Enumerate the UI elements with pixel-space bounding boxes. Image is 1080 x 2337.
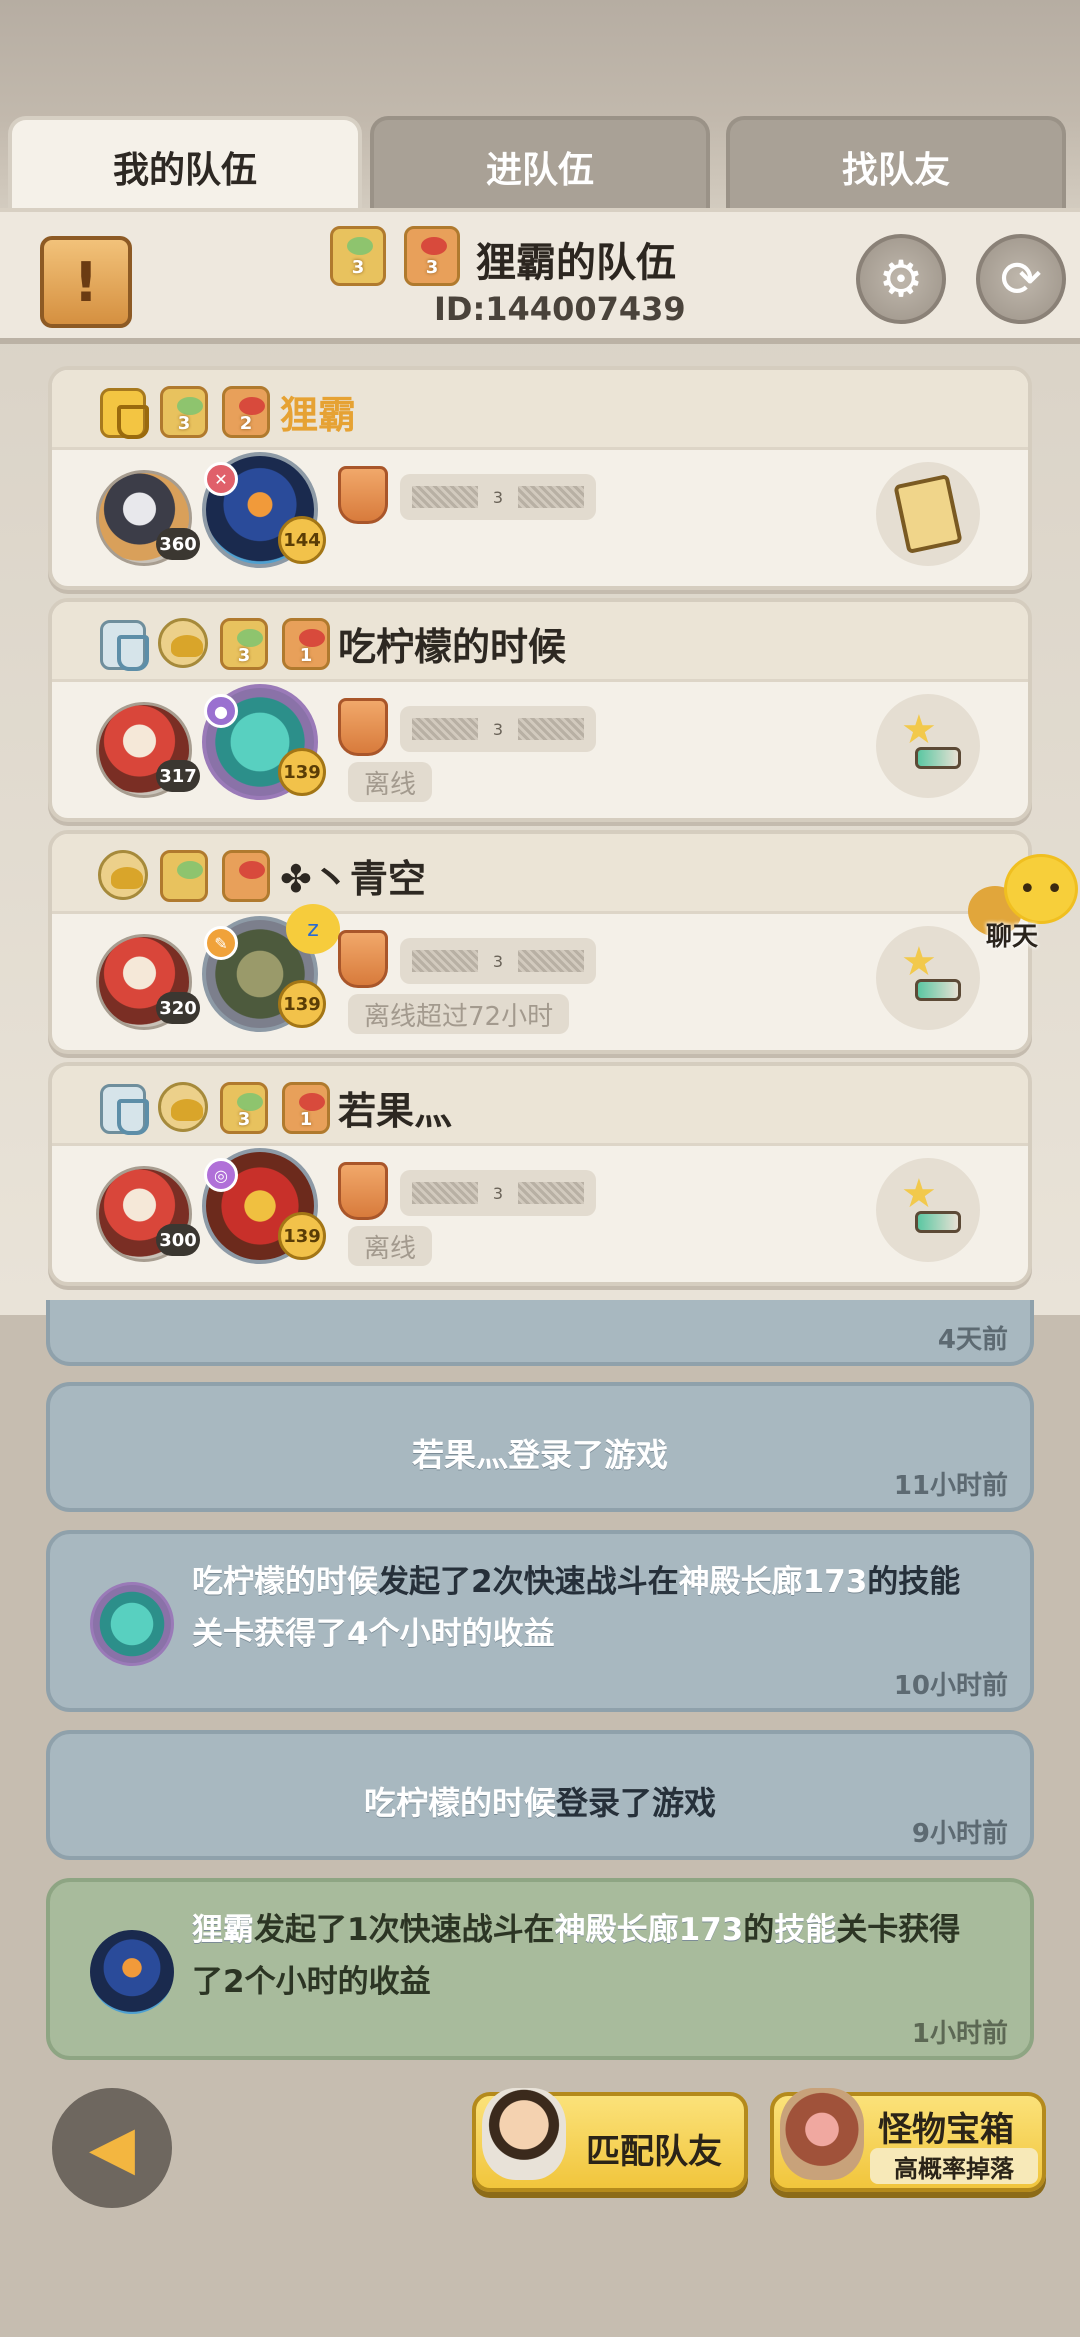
rank-shield-icon <box>338 930 388 988</box>
team-name: 狸霸的队伍 <box>476 240 676 286</box>
chat-bubble-icon: • • <box>1004 854 1078 924</box>
log-time: 11小时前 <box>893 1471 1008 1501</box>
swap-member-button[interactable] <box>876 1158 980 1262</box>
online-status: 离线 <box>348 762 433 802</box>
log-entry: 4天前 <box>46 1300 1034 1366</box>
log-time: 10小时前 <box>893 1671 1008 1701</box>
log-entry: 吃柠檬的时候发起了2次快速战斗在神殿长廊173的技能关卡获得了4个小时的收益 1… <box>46 1530 1034 1712</box>
member-name: 若果灬 <box>338 1089 453 1133</box>
log-entry: 狸霸发起了1次快速战斗在神殿长廊173的技能关卡获得了2个小时的收益 1小时前 <box>46 1878 1034 2060</box>
swap-icon <box>897 1171 961 1241</box>
member-rank-badge <box>222 850 270 902</box>
log-text: 吃柠檬的时候发起了2次快速战斗在神殿长廊173的技能关卡获得了4个小时的收益 <box>192 1564 961 1652</box>
hero-level: 139 <box>278 748 326 796</box>
team-header: ! 3 3 狸霸的队伍 ID:144007439 ⚙ ⟳ <box>0 208 1080 344</box>
sleeping-emoji-icon: z <box>286 904 340 954</box>
member-rank-badge: 1 <box>282 1082 330 1134</box>
shield-icon <box>100 1084 149 1135</box>
log-time: 4天前 <box>937 1325 1008 1355</box>
rank-bar: 3 <box>400 1170 596 1216</box>
member-name: ✤丶青空 <box>280 857 426 901</box>
member-avatar <box>90 1582 174 1666</box>
match-teammates-button[interactable]: 匹配队友 <box>472 2088 748 2192</box>
pet-level: 300 <box>156 1224 200 1256</box>
log-entry: 若果灬登录了游戏 11小时前 <box>46 1382 1034 1512</box>
hero-level: 139 <box>278 1212 326 1260</box>
team-id: ID:144007439 <box>434 290 686 328</box>
duck-icon <box>158 1082 208 1132</box>
member-rank-badge: 1 <box>282 618 330 670</box>
notice-scroll-button[interactable]: ! <box>40 236 132 328</box>
pet-level: 320 <box>156 992 200 1024</box>
team-rank-badge: 3 <box>404 226 460 286</box>
rank-bar: 3 <box>400 706 596 752</box>
log-time: 9小时前 <box>911 1819 1008 1849</box>
boar-mascot-icon <box>780 2088 864 2180</box>
chat-button[interactable]: • • 聊天 <box>966 852 1078 952</box>
tab-join-team[interactable]: 进队伍 <box>370 116 710 214</box>
member-level-badge: 3 <box>160 386 208 438</box>
member-avatar <box>90 1930 174 2014</box>
swap-member-button[interactable] <box>876 926 980 1030</box>
rank-shield-icon <box>338 466 388 524</box>
log-text: 狸霸发起了1次快速战斗在神殿长廊173的技能关卡获得了2个小时的收益 <box>192 1912 961 2000</box>
rank-bar: 3 <box>400 474 596 520</box>
monster-chest-button[interactable]: 怪物宝箱 高概率掉落 <box>770 2088 1046 2192</box>
element-icon: ● <box>204 694 238 728</box>
member-name: 吃柠檬的时候 <box>338 625 567 669</box>
exclamation-icon: ! <box>73 250 99 314</box>
element-icon: ◎ <box>204 1158 238 1192</box>
hero-level: 139 <box>278 980 326 1028</box>
member-card[interactable]: 3 1 吃柠檬的时候 317 ● 139 3 离线 <box>48 598 1032 822</box>
shield-icon <box>100 620 149 671</box>
log-entry: 吃柠檬的时候登录了游戏 9小时前 <box>46 1730 1034 1860</box>
view-card-button[interactable] <box>876 462 980 566</box>
refresh-icon: ⟳ <box>1000 250 1042 308</box>
chest-label: 怪物宝箱 <box>878 2110 1014 2150</box>
magnifier-mascot-icon <box>482 2088 566 2180</box>
chest-sublabel: 高概率掉落 <box>870 2148 1038 2184</box>
tab-my-team[interactable]: 我的队伍 <box>8 116 362 214</box>
settings-button[interactable]: ⚙ <box>856 234 946 324</box>
duck-icon <box>158 618 208 668</box>
leader-shield-icon <box>100 388 149 439</box>
element-icon: ✎ <box>204 926 238 960</box>
swap-icon <box>897 939 961 1009</box>
member-name: 狸霸 <box>280 393 357 437</box>
rank-bar: 3 <box>400 938 596 984</box>
tab-find-teammates[interactable]: 找队友 <box>726 116 1066 214</box>
card-hand-icon <box>893 473 963 555</box>
team-level-badge: 3 <box>330 226 386 286</box>
member-rank-badge: 2 <box>222 386 270 438</box>
swap-icon <box>897 707 961 777</box>
swap-member-button[interactable] <box>876 694 980 798</box>
chat-label: 聊天 <box>986 922 1039 952</box>
log-text: 吃柠檬的时候登录了游戏 <box>363 1784 717 1822</box>
member-card[interactable]: ✤丶青空 320 ✎ 139 z 3 离线超过72小时 <box>48 830 1032 1054</box>
back-button[interactable]: ◀ <box>52 2088 172 2208</box>
member-level-badge: 3 <box>220 618 268 670</box>
online-status: 离线超过72小时 <box>348 994 570 1034</box>
log-text: 若果灬登录了游戏 <box>411 1436 668 1474</box>
pet-level: 317 <box>156 760 200 792</box>
hero-level: 144 <box>278 516 326 564</box>
online-status: 离线 <box>348 1226 433 1266</box>
duck-icon <box>98 850 148 900</box>
gear-icon: ⚙ <box>878 250 924 308</box>
rank-shield-icon <box>338 698 388 756</box>
rank-shield-icon <box>338 1162 388 1220</box>
pet-level: 360 <box>156 528 200 560</box>
match-label: 匹配队友 <box>586 2132 722 2172</box>
member-card[interactable]: 3 2 狸霸 360 ✕ 144 3 <box>48 366 1032 590</box>
member-card[interactable]: 3 1 若果灬 300 ◎ 139 3 离线 <box>48 1062 1032 1286</box>
refresh-button[interactable]: ⟳ <box>976 234 1066 324</box>
back-arrow-icon: ◀ <box>88 2113 136 2183</box>
member-level-badge <box>160 850 208 902</box>
log-time: 1小时前 <box>911 2019 1008 2049</box>
member-level-badge: 3 <box>220 1082 268 1134</box>
element-icon: ✕ <box>204 462 238 496</box>
